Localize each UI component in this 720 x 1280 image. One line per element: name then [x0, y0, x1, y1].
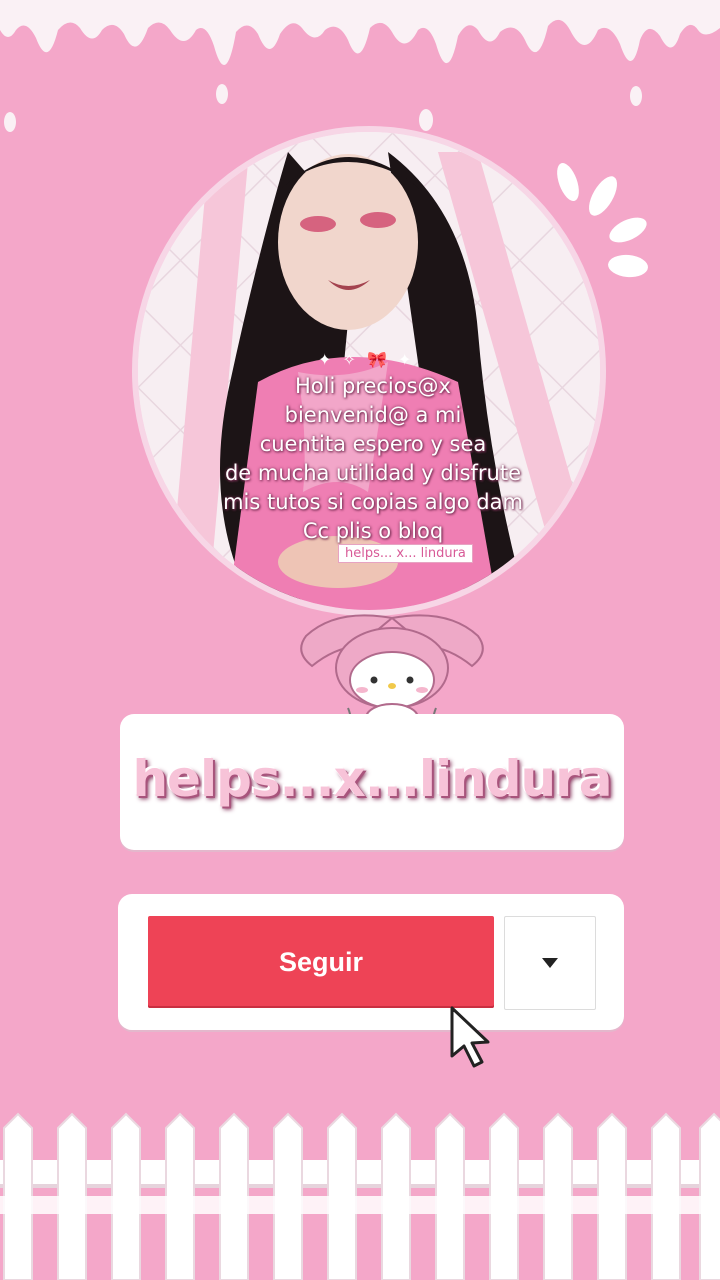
- avatar-tag: helps... x... lindura: [338, 544, 473, 563]
- username-card: helps...x...lindura: [120, 714, 624, 850]
- more-options-button[interactable]: [504, 916, 596, 1010]
- mouse-cursor-icon: [450, 1006, 490, 1068]
- follow-action-card: Seguir: [118, 894, 624, 1030]
- frosting-drip-decoration: [0, 0, 720, 132]
- caret-down-icon: [542, 958, 558, 968]
- sparkle-decoration: ✦ ✧ 🎀 ✦: [318, 350, 415, 369]
- profile-avatar[interactable]: ✦ ✧ 🎀 ✦ Holi precios@x bienvenid@ a mi c…: [138, 132, 600, 610]
- follow-button[interactable]: Seguir: [148, 916, 494, 1008]
- username-text: helps...x...lindura: [132, 750, 612, 808]
- picket-fence-decoration: [0, 1112, 720, 1280]
- avatar-caption: Holi precios@x bienvenid@ a mi cuentita …: [223, 374, 523, 543]
